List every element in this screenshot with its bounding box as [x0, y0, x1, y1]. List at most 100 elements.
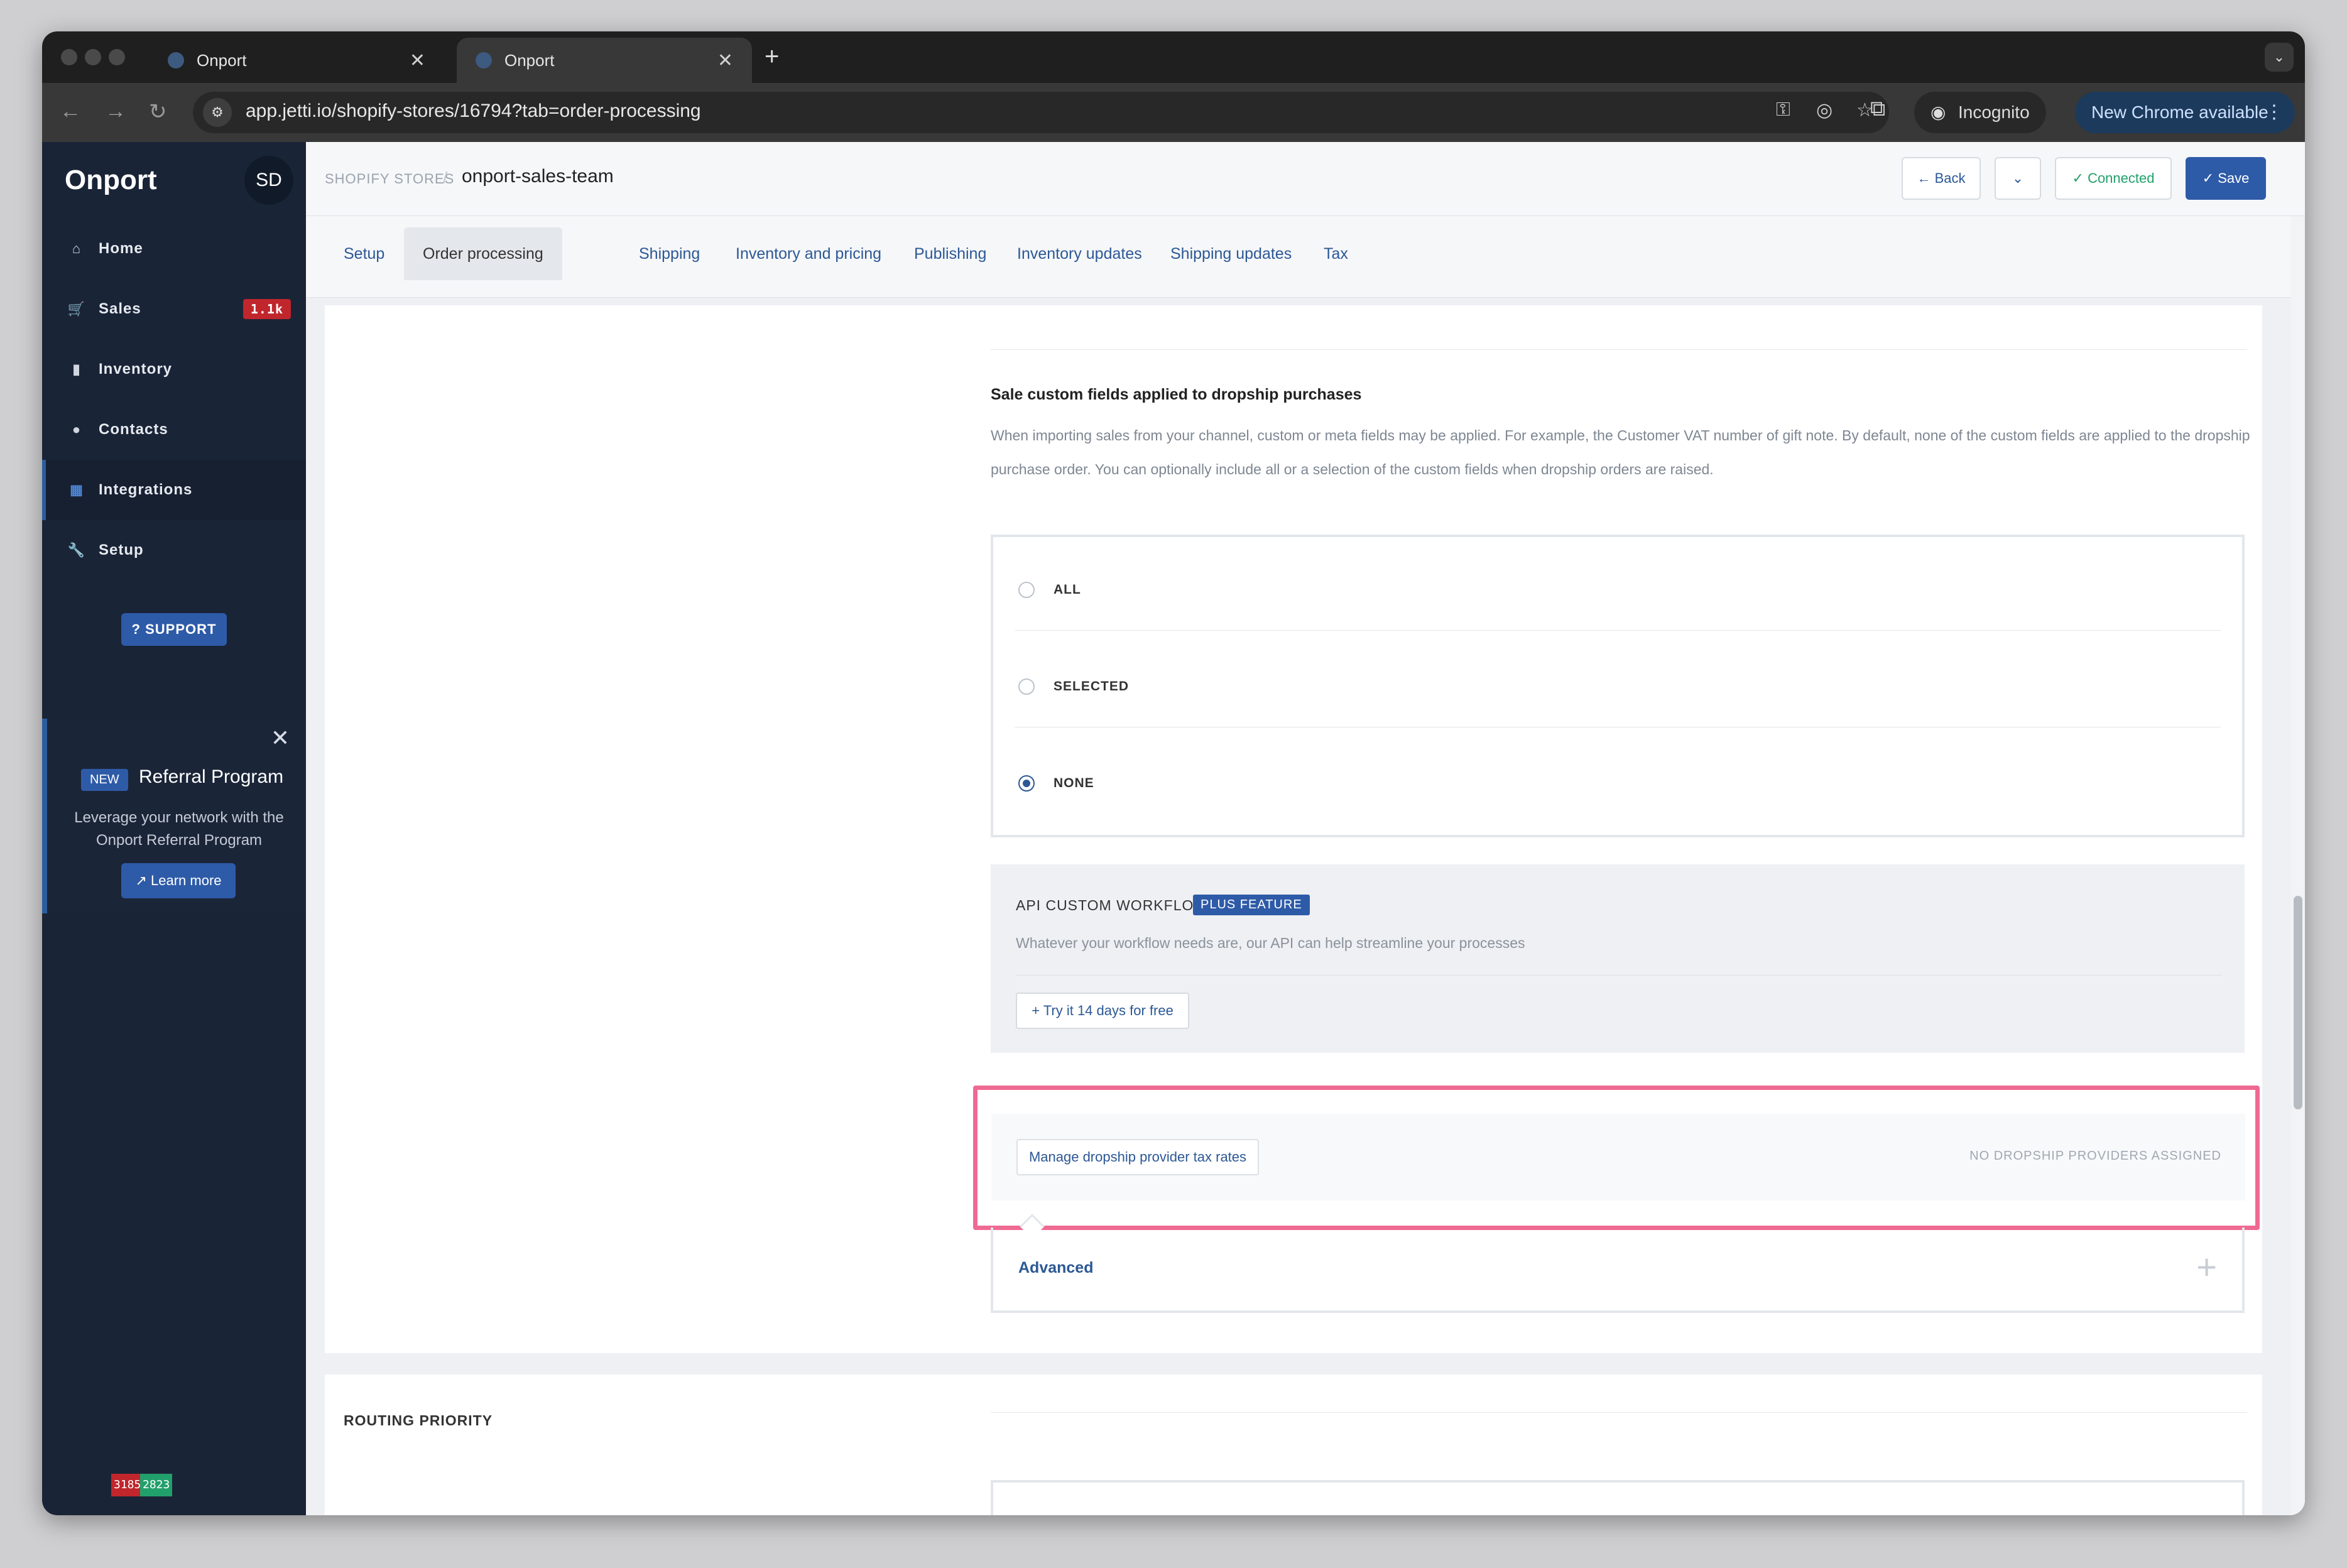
favicon-icon: [168, 52, 184, 68]
save-label: Save: [2218, 170, 2250, 186]
new-badge: NEW: [81, 769, 128, 791]
tab-inventory-updates[interactable]: Inventory updates: [998, 227, 1161, 280]
sidebar-item-label: Contacts: [99, 421, 168, 438]
tab-shipping[interactable]: Shipping: [620, 227, 719, 280]
tab-tax[interactable]: Tax: [1305, 227, 1367, 280]
expand-plus-icon[interactable]: +: [2196, 1246, 2217, 1287]
incognito-indicator[interactable]: ◉ Incognito: [1914, 92, 2046, 133]
advanced-title[interactable]: Advanced: [1018, 1259, 1093, 1277]
tab-search-icon[interactable]: ⌄: [2265, 43, 2294, 72]
incognito-icon: ◉: [1930, 102, 1946, 122]
url-text[interactable]: app.jetti.io/shopify-stores/16794?tab=or…: [246, 101, 701, 122]
tab-setup[interactable]: Setup: [325, 227, 403, 280]
error-counter: 3185: [111, 1474, 144, 1496]
sales-count-badge: 1.1k: [242, 299, 291, 319]
close-icon[interactable]: ✕: [271, 725, 290, 751]
divider: [1015, 630, 2221, 631]
support-button[interactable]: ? SUPPORT: [121, 613, 227, 646]
page-tabs: Setup Order processing Shipping Inventor…: [306, 216, 2305, 298]
success-counter: 2823: [140, 1474, 173, 1496]
minimize-window-dot[interactable]: [85, 49, 101, 65]
option-none[interactable]: NONE: [1018, 765, 1094, 802]
radio-all[interactable]: [1018, 582, 1035, 598]
tab-inventory-and-pricing[interactable]: Inventory and pricing: [717, 227, 900, 280]
radio-selected[interactable]: [1018, 678, 1035, 695]
custom-fields-title: Sale custom fields applied to dropship p…: [991, 386, 1362, 403]
sidebar-item-inventory[interactable]: ▮ Inventory: [42, 339, 306, 400]
routing-box: [991, 1480, 2245, 1515]
brand-logo[interactable]: Onport: [65, 165, 157, 196]
close-window-dot[interactable]: [61, 49, 77, 65]
referral-title: Referral Program: [139, 766, 284, 787]
external-link-icon: ↗: [135, 873, 147, 888]
key-icon[interactable]: ⚿: [1776, 99, 1790, 121]
sidebar-item-label: Setup: [99, 542, 144, 558]
cart-icon: 🛒: [67, 301, 86, 317]
scrollbar-thumb[interactable]: [2294, 896, 2302, 1109]
close-tab-icon[interactable]: ✕: [410, 50, 425, 72]
advanced-section[interactable]: Advanced +: [991, 1228, 2245, 1313]
breadcrumb-parent[interactable]: SHOPIFY STORES: [325, 171, 454, 187]
breadcrumb-separator: /: [443, 168, 448, 187]
sidebar-item-label: Inventory: [99, 361, 173, 378]
routing-priority-panel: ROUTING PRIORITY: [325, 1375, 2262, 1515]
connected-button[interactable]: ✓ Connected: [2055, 157, 2172, 200]
reload-icon[interactable]: ↻: [149, 99, 167, 124]
extensions-icon[interactable]: ⧉: [1870, 97, 1885, 121]
address-bar[interactable]: ⚙ app.jetti.io/shopify-stores/16794?tab=…: [193, 92, 1889, 133]
back-label: Back: [1934, 170, 1966, 186]
browser-tab-title: Onport: [197, 50, 247, 70]
sidebar-item-contacts[interactable]: ● Contacts: [42, 400, 306, 460]
providers-status: NO DROPSHIP PROVIDERS ASSIGNED: [1969, 1149, 2221, 1163]
new-tab-icon[interactable]: +: [765, 43, 779, 71]
sidebar-item-home[interactable]: ⌂ Home: [42, 219, 306, 279]
eye-off-icon[interactable]: ◎: [1816, 99, 1832, 121]
option-label: ALL: [1054, 582, 1081, 597]
scrollbar-track[interactable]: [2291, 216, 2305, 1515]
tab-order-processing[interactable]: Order processing: [404, 227, 562, 280]
sidebar-item-integrations[interactable]: ▦ Integrations: [42, 460, 306, 520]
tab-shipping-updates[interactable]: Shipping updates: [1152, 227, 1310, 280]
option-label: SELECTED: [1054, 679, 1130, 694]
sidebar-item-setup[interactable]: 🔧 Setup: [42, 520, 306, 580]
browser-toolbar: ← → ↻ ⚙ app.jetti.io/shopify-stores/1679…: [42, 83, 2305, 142]
bookmark-icon: ▮: [72, 361, 81, 377]
back-arrow-icon[interactable]: ←: [60, 99, 81, 124]
site-info-icon[interactable]: ⚙: [203, 98, 232, 127]
dropdown-button[interactable]: ⌄: [1995, 157, 2041, 200]
browser-tab[interactable]: Onport ✕: [149, 38, 444, 83]
incognito-label: Incognito: [1958, 102, 2030, 122]
browser-window: Onport ✕ Onport ✕ + ⌄ ← → ↻ ⚙ app.jetti.…: [42, 31, 2305, 1515]
check-icon: ✓: [2072, 170, 2084, 186]
chrome-update-label: New Chrome available: [2091, 102, 2268, 122]
back-button[interactable]: ← Back: [1902, 157, 1981, 200]
option-selected[interactable]: SELECTED: [1018, 668, 1129, 705]
chrome-update-button[interactable]: New Chrome available ⋮: [2075, 92, 2295, 133]
option-label: NONE: [1054, 776, 1094, 790]
forward-arrow-icon[interactable]: →: [105, 99, 126, 124]
support-label: SUPPORT: [145, 621, 217, 637]
app-sidebar: Onport SD ⌂ Home 🛒 Sales 1.1k ▮ Inventor…: [42, 142, 306, 1515]
divider: [991, 349, 2247, 350]
sidebar-item-sales[interactable]: 🛒 Sales 1.1k: [42, 279, 306, 339]
sidebar-item-label: Home: [99, 240, 143, 257]
referral-description: Leverage your network with the Onport Re…: [74, 809, 284, 849]
manage-tax-rates-button[interactable]: Manage dropship provider tax rates: [1016, 1139, 1259, 1175]
more-menu-icon[interactable]: ⋮: [2265, 92, 2284, 133]
sidebar-item-label: Sales: [99, 300, 141, 317]
routing-priority-title: ROUTING PRIORITY: [344, 1412, 493, 1429]
option-all[interactable]: ALL: [1018, 571, 1081, 609]
avatar[interactable]: SD: [244, 156, 293, 205]
user-icon: ●: [72, 422, 82, 437]
learn-more-button[interactable]: ↗ Learn more: [121, 863, 236, 898]
page-header: SHOPIFY STORES / onport-sales-team ← Bac…: [306, 142, 2305, 216]
free-trial-button[interactable]: + Try it 14 days for free: [1016, 993, 1189, 1029]
tab-publishing[interactable]: Publishing: [895, 227, 1005, 280]
chevron-down-icon: ⌄: [2012, 170, 2024, 186]
browser-tab-active[interactable]: Onport ✕: [457, 38, 752, 83]
radio-none[interactable]: [1018, 775, 1035, 792]
save-button[interactable]: ✓ Save: [2186, 157, 2266, 200]
favicon-icon: [476, 52, 492, 68]
close-tab-icon[interactable]: ✕: [717, 50, 733, 72]
maximize-window-dot[interactable]: [109, 49, 125, 65]
